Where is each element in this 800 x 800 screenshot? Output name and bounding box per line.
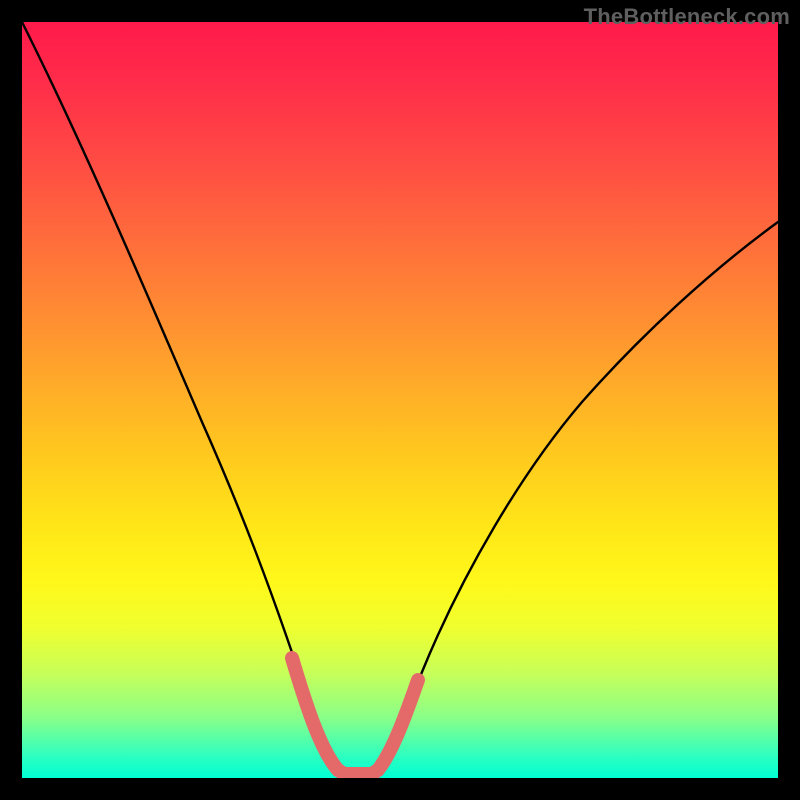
bottleneck-curve bbox=[22, 22, 778, 774]
watermark-text: TheBottleneck.com bbox=[584, 4, 790, 30]
chart-canvas: TheBottleneck.com bbox=[0, 0, 800, 800]
curve-layer bbox=[22, 22, 778, 778]
highlight-segment bbox=[292, 658, 418, 774]
plot-area bbox=[22, 22, 778, 778]
